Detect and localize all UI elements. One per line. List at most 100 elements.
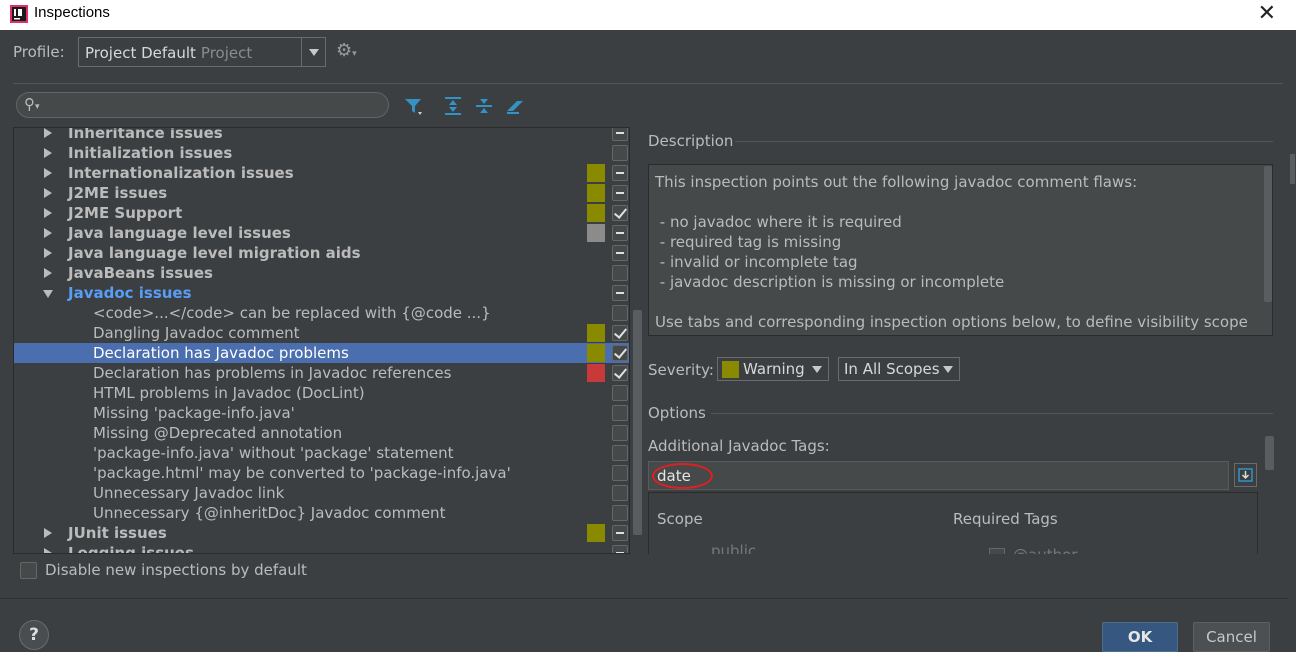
scope-header: Scope [657,510,703,528]
tree-group-row[interactable]: J2ME issues [14,183,629,203]
tree-item-row[interactable]: 'package.html' may be converted to 'pack… [14,463,629,483]
scope-value: In All Scopes [844,360,940,378]
help-button[interactable]: ? [19,620,49,650]
enable-checkbox[interactable] [612,465,628,481]
chevron-down-icon[interactable] [301,38,325,66]
collapsed-arrow-icon[interactable] [44,188,52,198]
enable-checkbox[interactable] [612,145,628,161]
collapse-all-icon[interactable] [473,95,495,117]
tree-row-label: Java language level migration aids [68,244,361,262]
enable-checkbox[interactable] [612,205,628,221]
reset-eraser-icon[interactable] [504,95,526,117]
enable-checkbox[interactable] [612,365,628,381]
severity-swatch [587,344,605,362]
tree-group-row[interactable]: Inheritance issues [14,128,629,143]
enable-checkbox[interactable] [612,345,628,361]
tree-row-label: J2ME issues [68,184,168,202]
tree-item-row[interactable]: Unnecessary Javadoc link [14,483,629,503]
collapsed-arrow-icon[interactable] [44,208,52,218]
enable-checkbox[interactable] [612,165,628,181]
divider [0,598,1288,599]
expand-all-icon[interactable] [442,95,464,117]
severity-value: Warning [743,360,805,378]
close-icon[interactable]: ✕ [1258,2,1276,26]
expand-field-button[interactable] [1234,463,1257,487]
collapsed-arrow-icon[interactable] [44,128,52,138]
enable-checkbox[interactable] [612,425,628,441]
tree-group-row[interactable]: Java language level issues [14,223,629,243]
tree-item-row[interactable]: <code>...</code> can be replaced with {@… [14,303,629,323]
options-scrollbar[interactable] [1265,436,1274,470]
tree-group-row[interactable]: Logging issues [14,543,629,553]
enable-checkbox[interactable] [612,225,628,241]
enable-checkbox[interactable] [612,265,628,281]
tree-group-row[interactable]: JUnit issues [14,523,629,543]
severity-dropdown[interactable]: Warning [717,357,829,381]
enable-checkbox[interactable] [612,245,628,261]
collapsed-arrow-icon[interactable] [44,148,52,158]
description-panel: This inspection points out the following… [648,164,1273,336]
required-tags-header: Required Tags [953,510,1058,528]
scope-table: Scope Required Tags public @author [648,492,1258,554]
filter-icon[interactable] [403,95,425,117]
enable-checkbox[interactable] [612,505,628,521]
tree-item-row[interactable]: Missing @Deprecated annotation [14,423,629,443]
tree-row-label: HTML problems in Javadoc (DocLint) [93,384,365,402]
collapsed-arrow-icon[interactable] [44,228,52,238]
expand-icon [1238,468,1253,482]
description-scrollbar[interactable] [1264,166,1272,302]
disable-new-checkbox[interactable] [20,562,37,579]
tree-group-row[interactable]: Initialization issues [14,143,629,163]
tree-item-row[interactable]: Unnecessary {@inheritDoc} Javadoc commen… [14,503,629,523]
tree-row-label: 'package.html' may be converted to 'pack… [93,464,511,482]
inspection-tree[interactable]: Inheritance issues Initialization issues I… [13,127,630,554]
scope-public[interactable]: public [711,542,756,554]
scope-dropdown[interactable]: In All Scopes [838,357,960,381]
enable-checkbox[interactable] [612,325,628,341]
tree-row-label: Dangling Javadoc comment [93,324,300,342]
enable-checkbox[interactable] [612,285,628,301]
tree-scrollbar[interactable] [631,127,644,554]
cancel-button[interactable]: Cancel [1193,622,1270,652]
gear-icon[interactable]: ⚙▾ [336,40,357,61]
tree-group-row[interactable]: JavaBeans issues [14,263,629,283]
tree-group-row[interactable]: J2ME Support [14,203,629,223]
tree-item-row[interactable]: Dangling Javadoc comment [14,323,629,343]
tree-row-label: J2ME Support [68,204,183,222]
tree-row-label: JavaBeans issues [68,264,213,282]
enable-checkbox[interactable] [612,405,628,421]
tree-item-row[interactable]: 'package-info.java' without 'package' st… [14,443,629,463]
window-scrollbar[interactable] [1289,30,1296,649]
enable-checkbox[interactable] [612,545,628,553]
enable-checkbox[interactable] [612,485,628,501]
collapsed-arrow-icon[interactable] [44,168,52,178]
tree-row-label: Missing 'package-info.java' [93,404,295,422]
collapsed-arrow-icon[interactable] [44,528,52,538]
collapsed-arrow-icon[interactable] [44,268,52,278]
tree-row-label: Declaration has Javadoc problems [93,344,349,362]
tree-group-row[interactable]: Javadoc issues [14,283,629,303]
tree-item-row[interactable]: Missing 'package-info.java' [14,403,629,423]
enable-checkbox[interactable] [612,385,628,401]
tree-row-label: Javadoc issues [68,284,192,302]
required-tag-checkbox[interactable] [989,548,1005,554]
enable-checkbox[interactable] [612,305,628,321]
severity-swatch [587,324,605,342]
tree-item-row[interactable]: Declaration has Javadoc problems [14,343,629,363]
collapsed-arrow-icon[interactable] [44,248,52,258]
search-input[interactable]: ⚲▾ [16,92,389,118]
expanded-arrow-icon[interactable] [43,290,53,298]
tree-group-row[interactable]: Java language level migration aids [14,243,629,263]
profile-dropdown[interactable]: Project Default Project [78,37,326,67]
enable-checkbox[interactable] [612,185,628,201]
enable-checkbox[interactable] [612,445,628,461]
tree-group-row[interactable]: Internationalization issues [14,163,629,183]
ok-button[interactable]: OK [1102,622,1178,652]
tree-item-row[interactable]: Declaration has problems in Javadoc refe… [14,363,629,383]
tree-item-row[interactable]: HTML problems in Javadoc (DocLint) [14,383,629,403]
additional-tags-field[interactable]: date [648,461,1229,490]
collapsed-arrow-icon[interactable] [44,548,52,553]
title-bar: Inspections ✕ [0,0,1296,30]
enable-checkbox[interactable] [612,525,628,541]
enable-checkbox[interactable] [612,128,628,141]
